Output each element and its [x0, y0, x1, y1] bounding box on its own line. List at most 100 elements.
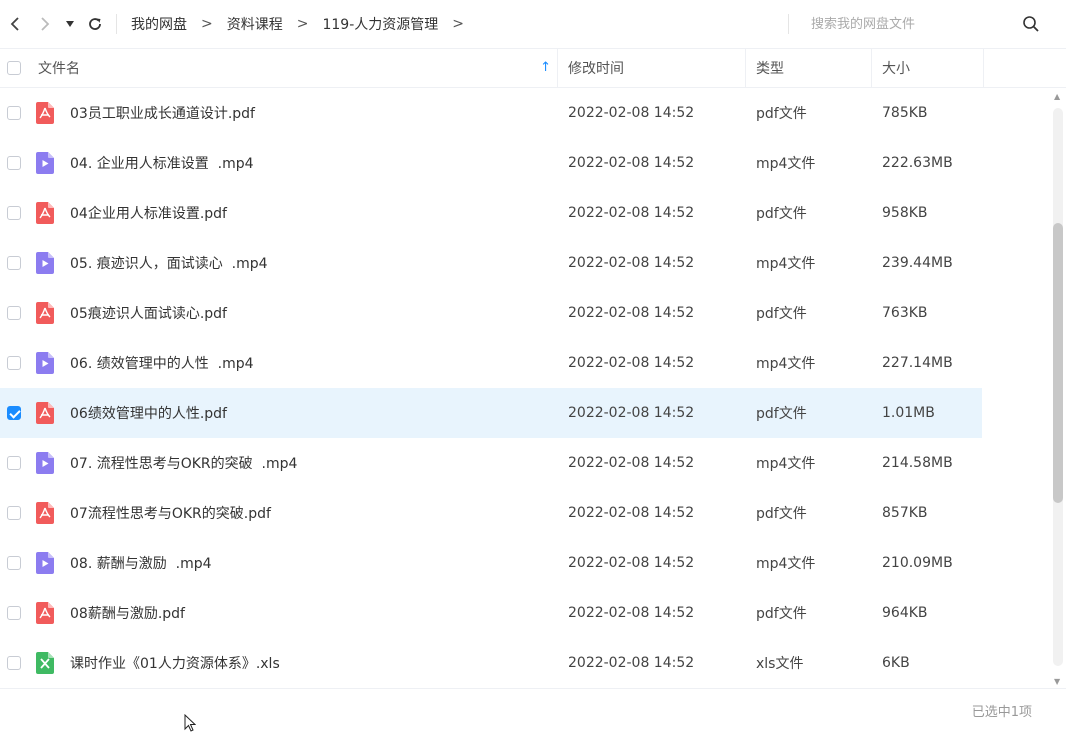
file-modified-time: 2022-02-08 14:52	[568, 105, 695, 121]
file-row[interactable]: 08薪酬与激励.pdf 2022-02-08 14:52 pdf文件 964KB	[0, 588, 982, 638]
history-dropdown-button[interactable]	[60, 0, 80, 48]
file-name-cell[interactable]: 课时作业《01人力资源体系》.xls	[28, 652, 558, 674]
file-name[interactable]: 课时作业《01人力资源体系》.xls	[70, 653, 280, 673]
column-header-size-label: 大小	[882, 61, 910, 77]
file-name-cell[interactable]: 06. 绩效管理中的人性 .mp4	[28, 352, 558, 374]
row-checkbox[interactable]	[7, 306, 21, 320]
scroll-down-arrow-icon[interactable]: ▼	[1054, 677, 1060, 686]
row-checkbox-cell	[0, 256, 28, 270]
file-row[interactable]: 课时作业《01人力资源体系》.xls 2022-02-08 14:52 xls文…	[0, 638, 982, 688]
file-name-cell[interactable]: 05痕迹识人面试读心.pdf	[28, 302, 558, 324]
file-name-cell[interactable]: 08薪酬与激励.pdf	[28, 602, 558, 624]
row-checkbox[interactable]	[7, 506, 21, 520]
file-name-cell[interactable]: 04. 企业用人标准设置 .mp4	[28, 152, 558, 174]
netdisk-file-browser: 我的网盘 > 资料课程 > 119-人力资源管理 > 文件名 ↑ 修改时间	[0, 0, 1066, 732]
back-button[interactable]	[0, 0, 30, 48]
breadcrumb-separator: >	[201, 16, 213, 32]
column-header-time-label: 修改时间	[568, 61, 624, 77]
forward-button[interactable]	[30, 0, 60, 48]
file-size: 222.63MB	[882, 155, 953, 171]
sort-up-arrow-icon[interactable]: ↑	[540, 60, 551, 75]
file-row[interactable]: 06. 绩效管理中的人性 .mp4 2022-02-08 14:52 mp4文件…	[0, 338, 982, 388]
video-file-icon	[36, 252, 54, 274]
breadcrumb-separator[interactable]: >	[446, 16, 470, 32]
row-checkbox[interactable]	[7, 456, 21, 470]
column-header-name-label: 文件名	[38, 61, 80, 77]
file-row[interactable]: 03员工职业成长通道设计.pdf 2022-02-08 14:52 pdf文件 …	[0, 88, 982, 138]
vertical-scrollbar[interactable]: ▲ ▼	[1050, 88, 1066, 688]
file-name[interactable]: 08薪酬与激励.pdf	[70, 603, 185, 623]
refresh-icon	[89, 18, 101, 30]
file-name[interactable]: 07流程性思考与OKR的突破.pdf	[70, 503, 271, 523]
file-row[interactable]: 04企业用人标准设置.pdf 2022-02-08 14:52 pdf文件 95…	[0, 188, 982, 238]
file-row[interactable]: 07. 流程性思考与OKR的突破 .mp4 2022-02-08 14:52 m…	[0, 438, 982, 488]
file-row[interactable]: 07流程性思考与OKR的突破.pdf 2022-02-08 14:52 pdf文…	[0, 488, 982, 538]
file-name-cell[interactable]: 05. 痕迹识人，面试读心 .mp4	[28, 252, 558, 274]
file-size: 210.09MB	[882, 555, 953, 571]
chevron-left-icon	[10, 17, 19, 31]
row-checkbox[interactable]	[7, 406, 21, 420]
file-name[interactable]: 04企业用人标准设置.pdf	[70, 203, 227, 223]
row-checkbox[interactable]	[7, 556, 21, 570]
row-checkbox[interactable]	[7, 606, 21, 620]
column-header-type[interactable]: 类型	[746, 48, 872, 88]
scroll-up-arrow-icon[interactable]: ▲	[1054, 92, 1060, 101]
file-name-cell[interactable]: 03员工职业成长通道设计.pdf	[28, 102, 558, 124]
breadcrumb-item-courses[interactable]: 资料课程	[219, 14, 291, 34]
file-size: 964KB	[882, 605, 928, 621]
row-checkbox[interactable]	[7, 106, 21, 120]
pdf-file-icon	[36, 402, 54, 424]
file-list: 03员工职业成长通道设计.pdf 2022-02-08 14:52 pdf文件 …	[0, 88, 982, 688]
breadcrumb-item-current[interactable]: 119-人力资源管理	[314, 14, 446, 34]
file-name[interactable]: 07. 流程性思考与OKR的突破 .mp4	[70, 453, 297, 473]
row-checkbox[interactable]	[7, 256, 21, 270]
file-name-cell[interactable]: 04企业用人标准设置.pdf	[28, 202, 558, 224]
file-row[interactable]: 06绩效管理中的人性.pdf 2022-02-08 14:52 pdf文件 1.…	[0, 388, 982, 438]
file-name[interactable]: 05. 痕迹识人，面试读心 .mp4	[70, 253, 268, 273]
file-row[interactable]: 08. 薪酬与激励 .mp4 2022-02-08 14:52 mp4文件 21…	[0, 538, 982, 588]
search-input[interactable]	[789, 15, 1023, 33]
file-name-cell[interactable]: 08. 薪酬与激励 .mp4	[28, 552, 558, 574]
file-name[interactable]: 06绩效管理中的人性.pdf	[70, 403, 227, 423]
row-checkbox[interactable]	[7, 656, 21, 670]
column-header: 文件名 ↑ 修改时间 类型 大小	[0, 48, 1066, 88]
file-modified-time: 2022-02-08 14:52	[568, 255, 695, 271]
file-size: 239.44MB	[882, 255, 953, 271]
file-type: pdf文件	[756, 306, 807, 322]
toolbar-divider	[116, 14, 117, 34]
file-modified-time: 2022-02-08 14:52	[568, 205, 695, 221]
search-icon[interactable]	[1022, 15, 1040, 33]
column-header-name[interactable]: 文件名 ↑	[28, 48, 558, 88]
pdf-file-icon	[36, 502, 54, 524]
select-all-cell	[0, 48, 28, 88]
file-name[interactable]: 03员工职业成长通道设计.pdf	[70, 103, 255, 123]
select-all-checkbox[interactable]	[7, 61, 21, 75]
file-modified-time: 2022-02-08 14:52	[568, 305, 695, 321]
row-checkbox[interactable]	[7, 356, 21, 370]
file-name[interactable]: 06. 绩效管理中的人性 .mp4	[70, 353, 254, 373]
file-row[interactable]: 04. 企业用人标准设置 .mp4 2022-02-08 14:52 mp4文件…	[0, 138, 982, 188]
breadcrumb: 我的网盘 > 资料课程 > 119-人力资源管理 >	[123, 0, 470, 48]
chevron-right-icon	[41, 17, 50, 31]
row-checkbox-cell	[0, 406, 28, 420]
refresh-button[interactable]	[80, 0, 110, 48]
file-name-cell[interactable]: 07. 流程性思考与OKR的突破 .mp4	[28, 452, 558, 474]
file-type: pdf文件	[756, 606, 807, 622]
search-box	[788, 12, 1066, 36]
caret-down-icon	[66, 21, 74, 27]
file-name-cell[interactable]: 06绩效管理中的人性.pdf	[28, 402, 558, 424]
file-modified-time: 2022-02-08 14:52	[568, 155, 695, 171]
row-checkbox[interactable]	[7, 156, 21, 170]
file-row[interactable]: 05. 痕迹识人，面试读心 .mp4 2022-02-08 14:52 mp4文…	[0, 238, 982, 288]
column-header-size[interactable]: 大小	[872, 48, 984, 88]
breadcrumb-item-root[interactable]: 我的网盘	[123, 14, 195, 34]
file-name[interactable]: 08. 薪酬与激励 .mp4	[70, 553, 212, 573]
file-name[interactable]: 04. 企业用人标准设置 .mp4	[70, 153, 254, 173]
scrollbar-thumb[interactable]	[1053, 223, 1063, 503]
row-checkbox[interactable]	[7, 206, 21, 220]
file-name[interactable]: 05痕迹识人面试读心.pdf	[70, 303, 227, 323]
file-type: mp4文件	[756, 556, 816, 572]
column-header-time[interactable]: 修改时间	[558, 48, 746, 88]
file-name-cell[interactable]: 07流程性思考与OKR的突破.pdf	[28, 502, 558, 524]
file-row[interactable]: 05痕迹识人面试读心.pdf 2022-02-08 14:52 pdf文件 76…	[0, 288, 982, 338]
